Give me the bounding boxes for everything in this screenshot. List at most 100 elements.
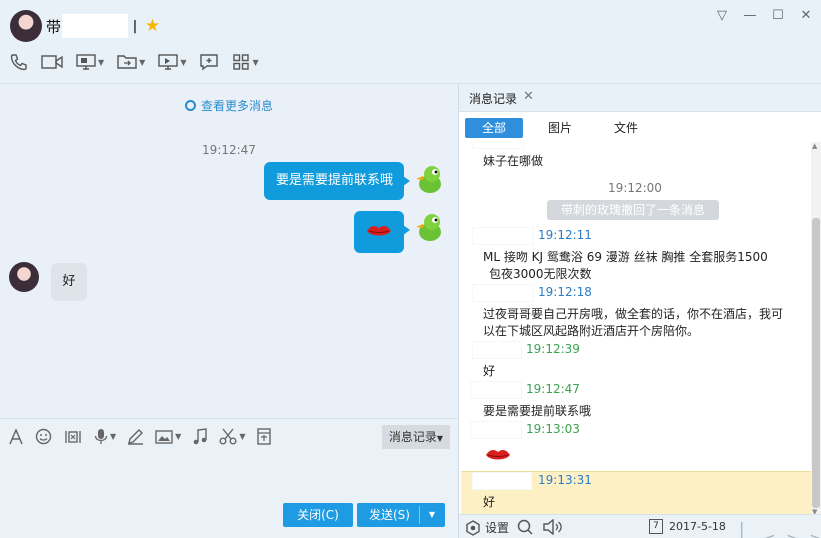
history-scrollbar[interactable]: ▲ ▼ bbox=[811, 142, 821, 516]
grid-icon bbox=[233, 54, 250, 70]
folder-icon bbox=[117, 55, 137, 69]
next-page-icon[interactable]: > bbox=[786, 529, 799, 538]
screenshot-button[interactable]: ▼ bbox=[219, 428, 245, 445]
star-icon[interactable]: ★ bbox=[145, 16, 160, 36]
history-pagination: |< < > >| bbox=[739, 519, 821, 538]
recall-notice: 带刺的玫瑰撤回了一条消息 bbox=[547, 200, 719, 220]
maximize-icon[interactable]: ☐ bbox=[764, 8, 792, 23]
filter-all[interactable]: 全部 bbox=[465, 118, 523, 138]
chevron-down-icon[interactable]: ▼ bbox=[139, 58, 145, 67]
gif-button[interactable] bbox=[63, 429, 83, 445]
send-button[interactable]: 发送(S) ▼ bbox=[357, 503, 445, 527]
voice-message-button[interactable]: ▼ bbox=[94, 428, 116, 445]
dropdown-icon[interactable]: ▽ bbox=[708, 8, 736, 23]
chevron-down-icon[interactable]: ▼ bbox=[252, 58, 258, 67]
name-redaction bbox=[62, 14, 129, 38]
music-button[interactable] bbox=[192, 428, 208, 445]
contact-avatar[interactable] bbox=[10, 10, 42, 42]
close-icon[interactable]: ✕ bbox=[792, 8, 820, 23]
chevron-down-icon[interactable]: ▼ bbox=[110, 432, 116, 441]
history-tab[interactable]: 消息记录 ✕ bbox=[459, 84, 821, 112]
send-options-chevron-icon[interactable]: ▼ bbox=[429, 503, 435, 527]
chat-plus-icon bbox=[200, 54, 219, 71]
music-note-icon bbox=[194, 428, 208, 445]
chevron-down-icon[interactable]: ▼ bbox=[175, 432, 181, 441]
chat-messages-area[interactable]: 查看更多消息 19:12:47 要是需要提前联系哦 好 bbox=[0, 84, 458, 418]
sound-button[interactable] bbox=[543, 519, 563, 535]
red-packet-button[interactable] bbox=[256, 428, 272, 445]
scroll-thumb[interactable] bbox=[812, 218, 820, 508]
chat-header: 带 ㅣ ★ ▽ — ☐ ✕ ▼ ▼ ▼ ▼ bbox=[0, 0, 821, 84]
voice-call-button[interactable] bbox=[10, 53, 28, 71]
message-button[interactable] bbox=[199, 53, 219, 71]
monitor-icon bbox=[76, 54, 96, 70]
sender-redaction bbox=[471, 382, 521, 398]
scissors-icon bbox=[219, 428, 237, 445]
duck-avatar-icon[interactable] bbox=[414, 163, 446, 195]
sender-redaction bbox=[473, 228, 533, 244]
message-timestamp: 19:12:47 bbox=[202, 143, 256, 157]
lips-icon bbox=[367, 226, 391, 236]
search-icon bbox=[517, 519, 533, 535]
close-button[interactable]: 关闭(C) bbox=[283, 503, 353, 527]
close-tab-icon[interactable]: ✕ bbox=[523, 89, 534, 104]
video-call-button[interactable] bbox=[41, 53, 63, 71]
send-file-button[interactable]: ▼ bbox=[117, 53, 145, 71]
minimize-icon[interactable]: — bbox=[736, 8, 764, 23]
filter-images[interactable]: 图片 bbox=[541, 118, 579, 138]
incoming-message-bubble[interactable]: 好 bbox=[51, 263, 87, 301]
contact-avatar[interactable] bbox=[9, 262, 39, 292]
screen-share-button[interactable]: ▼ bbox=[76, 53, 104, 71]
history-footer: 设置 7 2017-5-18 |< < > >| bbox=[459, 514, 821, 538]
apps-button[interactable]: ▼ bbox=[232, 53, 259, 71]
filter-files[interactable]: 文件 bbox=[607, 118, 645, 138]
sender-redaction bbox=[473, 142, 523, 148]
date-picker[interactable]: 7 2017-5-18 bbox=[649, 519, 726, 534]
scroll-up-icon[interactable]: ▲ bbox=[812, 142, 817, 150]
message-history-button[interactable]: 消息记录▼ bbox=[382, 425, 450, 449]
clock-icon bbox=[184, 100, 196, 111]
emoji-button[interactable] bbox=[35, 428, 52, 445]
image-button[interactable]: ▼ bbox=[155, 429, 181, 445]
sticker-icon bbox=[65, 430, 81, 443]
phone-icon bbox=[10, 54, 27, 71]
message-history-panel: 消息记录 ✕ 全部 图片 文件 妹子在哪做 19:12:00 带刺的玫瑰撤回了一… bbox=[458, 84, 821, 538]
search-button[interactable] bbox=[517, 519, 533, 535]
calendar-icon: 7 bbox=[649, 519, 663, 534]
smiley-icon bbox=[35, 428, 52, 445]
first-page-icon[interactable]: |< bbox=[739, 519, 752, 538]
microphone-icon bbox=[94, 429, 108, 444]
red-envelope-icon bbox=[257, 428, 272, 445]
lips-icon bbox=[486, 450, 510, 460]
remote-desktop-button[interactable]: ▼ bbox=[158, 53, 186, 71]
pen-icon bbox=[128, 429, 144, 445]
prev-page-icon[interactable]: < bbox=[762, 529, 775, 538]
settings-icon bbox=[466, 519, 480, 536]
image-icon bbox=[155, 429, 173, 444]
contact-name[interactable]: 带 ㅣ ★ bbox=[46, 14, 160, 38]
outgoing-emoji-bubble[interactable] bbox=[354, 211, 410, 253]
duck-avatar-icon[interactable] bbox=[414, 211, 446, 243]
remote-desktop-icon bbox=[158, 54, 179, 70]
chevron-down-icon[interactable]: ▼ bbox=[180, 58, 186, 67]
history-log[interactable]: 妹子在哪做 19:12:00 带刺的玫瑰撤回了一条消息 19:12:11 ML … bbox=[459, 142, 811, 516]
sender-redaction bbox=[473, 342, 521, 358]
font-icon bbox=[9, 428, 23, 444]
last-page-icon[interactable]: >| bbox=[809, 529, 821, 538]
outgoing-message-bubble[interactable]: 要是需要提前联系哦 bbox=[264, 162, 410, 200]
input-toolbar: ▼ ▼ ▼ 消息记录▼ bbox=[0, 418, 458, 454]
chevron-down-icon[interactable]: ▼ bbox=[239, 432, 245, 441]
history-filters: 全部 图片 文件 bbox=[459, 112, 821, 142]
sender-redaction bbox=[473, 473, 531, 489]
speaker-icon bbox=[543, 519, 562, 535]
chevron-down-icon[interactable]: ▼ bbox=[98, 58, 104, 67]
chat-toolbar: ▼ ▼ ▼ ▼ bbox=[10, 53, 272, 71]
window-controls: ▽ — ☐ ✕ bbox=[708, 8, 820, 23]
view-more-messages-link[interactable]: 查看更多消息 bbox=[0, 97, 458, 114]
font-button[interactable] bbox=[8, 428, 24, 445]
pen-button[interactable] bbox=[127, 428, 144, 445]
sender-redaction bbox=[471, 422, 521, 438]
sender-redaction bbox=[473, 285, 533, 301]
video-icon bbox=[41, 55, 63, 69]
settings-button[interactable]: 设置 bbox=[465, 519, 509, 536]
